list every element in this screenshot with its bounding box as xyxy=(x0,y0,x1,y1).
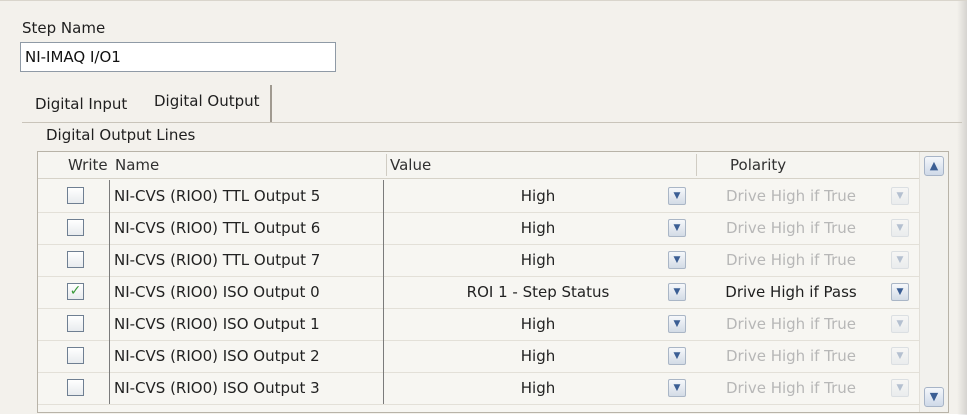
output-line-name: NI-CVS (RIO0) ISO Output 1 xyxy=(109,308,384,340)
chevron-down-icon[interactable]: ▼ xyxy=(668,187,686,205)
chevron-down-icon: ▼ xyxy=(891,347,909,365)
chevron-down-icon[interactable]: ▼ xyxy=(668,379,686,397)
table-row[interactable]: NI-CVS (RIO0) TTL Output 7 High ▼ Drive Hig… xyxy=(38,244,920,277)
write-checkbox[interactable] xyxy=(67,251,84,268)
write-checkbox[interactable] xyxy=(67,379,84,396)
output-line-name: NI-CVS (RIO0) ISO Output 3 xyxy=(109,372,384,404)
output-line-name: NI-CVS (RIO0) TTL Output 7 xyxy=(109,244,384,276)
digital-output-table: Write Name Value Polarity NI-CVS (RIO0) … xyxy=(37,151,949,413)
write-checkbox[interactable] xyxy=(67,347,84,364)
step-name-label: Step Name xyxy=(22,19,106,37)
table-row[interactable]: NI-CVS (RIO0) TTL Output 6 High ▼ Drive Hig… xyxy=(38,212,920,245)
output-line-name: NI-CVS (RIO0) ISO Output 0 xyxy=(109,276,384,308)
chevron-down-icon: ▼ xyxy=(891,187,909,205)
chevron-up-icon[interactable]: ▲ xyxy=(924,156,944,176)
panel-shadow xyxy=(957,1,967,415)
step-settings-panel: Step Name NI-IMAQ I/O1 Digital Input Dig… xyxy=(0,0,967,415)
tab-digital-output[interactable]: Digital Output xyxy=(144,85,272,123)
table-row[interactable]: NI-CVS (RIO0) ISO Output 3 High ▼ Drive Hig… xyxy=(38,372,920,405)
chevron-down-icon[interactable]: ▼ xyxy=(668,251,686,269)
table-header: Write Name Value Polarity xyxy=(38,152,948,179)
chevron-down-icon[interactable]: ▼ xyxy=(924,387,944,407)
column-header-write[interactable]: Write xyxy=(68,156,108,174)
column-header-value[interactable]: Value xyxy=(390,156,431,174)
table-row[interactable]: ✓ NI-CVS (RIO0) ISO Output 0 ROI 1 - Step … xyxy=(38,276,920,309)
chevron-down-icon[interactable]: ▼ xyxy=(668,347,686,365)
vertical-scrollbar[interactable]: ▲ ▼ xyxy=(919,152,948,412)
digital-output-lines-label: Digital Output Lines xyxy=(46,126,196,144)
value-select[interactable]: High xyxy=(388,308,688,340)
chevron-down-icon: ▼ xyxy=(891,315,909,333)
table-row[interactable]: NI-CVS (RIO0) TTL Output 5 High ▼ Drive Hig… xyxy=(38,180,920,213)
chevron-down-icon[interactable]: ▼ xyxy=(668,219,686,237)
step-name-input[interactable]: NI-IMAQ I/O1 xyxy=(20,42,336,72)
value-select[interactable]: ROI 1 - Step Status xyxy=(388,276,688,308)
chevron-down-icon: ▼ xyxy=(891,379,909,397)
polarity-select: Drive High if True xyxy=(725,251,857,269)
value-select[interactable]: High xyxy=(388,180,688,212)
column-header-name[interactable]: Name xyxy=(115,156,159,174)
polarity-select: Drive High if True xyxy=(725,315,857,333)
chevron-down-icon[interactable]: ▼ xyxy=(668,283,686,301)
column-header-polarity[interactable]: Polarity xyxy=(730,156,786,174)
output-line-name: NI-CVS (RIO0) TTL Output 5 xyxy=(109,180,384,212)
output-line-name: NI-CVS (RIO0) TTL Output 6 xyxy=(109,212,384,244)
table-row[interactable]: NI-CVS (RIO0) ISO Output 1 High ▼ Drive Hig… xyxy=(38,308,920,341)
write-checkbox[interactable]: ✓ xyxy=(67,283,84,300)
column-separator xyxy=(386,154,387,176)
write-checkbox[interactable] xyxy=(67,315,84,332)
tab-divider xyxy=(22,122,962,123)
column-separator xyxy=(696,154,697,176)
write-checkbox[interactable] xyxy=(67,219,84,236)
chevron-down-icon: ▼ xyxy=(891,251,909,269)
value-select[interactable]: High xyxy=(388,244,688,276)
checkmark-icon: ✓ xyxy=(69,283,82,299)
table-row[interactable]: NI-CVS (RIO0) ISO Output 2 High ▼ Drive Hig… xyxy=(38,340,920,373)
output-line-name: NI-CVS (RIO0) ISO Output 2 xyxy=(109,340,384,372)
value-select[interactable]: High xyxy=(388,372,688,404)
polarity-select: Drive High if True xyxy=(725,379,857,397)
polarity-select: Drive High if True xyxy=(725,347,857,365)
polarity-select: Drive High if True xyxy=(725,187,857,205)
tab-digital-input[interactable]: Digital Input xyxy=(35,89,127,123)
value-select[interactable]: High xyxy=(388,212,688,244)
chevron-down-icon[interactable]: ▼ xyxy=(891,283,909,301)
chevron-down-icon: ▼ xyxy=(891,219,909,237)
value-select[interactable]: High xyxy=(388,340,688,372)
polarity-select[interactable]: Drive High if Pass xyxy=(701,276,881,308)
chevron-down-icon[interactable]: ▼ xyxy=(668,315,686,333)
write-checkbox[interactable] xyxy=(67,187,84,204)
polarity-select: Drive High if True xyxy=(725,219,857,237)
